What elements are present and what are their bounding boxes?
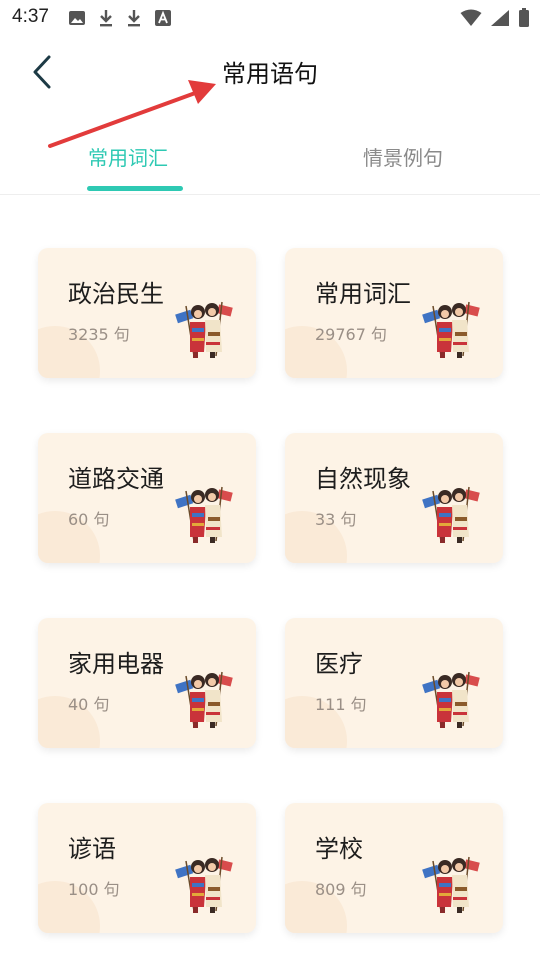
category-count: 100 句 — [68, 880, 120, 899]
category-title: 医疗 — [315, 650, 363, 678]
tibetan-figures-icon — [175, 856, 233, 913]
signal-icon — [491, 10, 509, 26]
image-icon — [69, 11, 85, 25]
system-icons — [460, 8, 530, 28]
tab-indicator — [87, 186, 183, 191]
download-icon — [100, 10, 112, 27]
category-count: 33 句 — [315, 510, 357, 529]
tibetan-figures-icon — [175, 671, 233, 728]
category-count: 60 句 — [68, 510, 110, 529]
category-count: 29767 句 — [315, 325, 387, 344]
category-count: 809 句 — [315, 880, 367, 899]
tibetan-figures-icon — [175, 301, 233, 358]
status-bar: 4:37 — [0, 0, 540, 36]
header: 常用语句 — [0, 36, 540, 108]
tibetan-figures-icon — [422, 301, 480, 358]
tab-situational-sentences[interactable]: 情景例句 — [363, 142, 443, 171]
text-icon — [155, 10, 171, 26]
tibetan-figures-icon — [422, 856, 480, 913]
category-title: 道路交通 — [68, 465, 164, 493]
category-title: 政治民生 — [68, 280, 164, 308]
category-card[interactable]: 道路交通 60 句 — [38, 433, 256, 563]
page-title: 常用语句 — [222, 60, 318, 88]
category-count: 3235 句 — [68, 325, 130, 344]
wifi-icon — [460, 9, 482, 26]
category-card[interactable]: 常用词汇 29767 句 — [285, 248, 503, 378]
status-time: 4:37 — [12, 6, 49, 27]
category-card[interactable]: 谚语 100 句 — [38, 803, 256, 933]
tibetan-figures-icon — [422, 486, 480, 543]
category-count: 111 句 — [315, 695, 367, 714]
category-title: 谚语 — [68, 835, 116, 863]
category-card[interactable]: 医疗 111 句 — [285, 618, 503, 748]
category-card[interactable]: 学校 809 句 — [285, 803, 503, 933]
category-title: 家用电器 — [68, 650, 164, 678]
category-card[interactable]: 政治民生 3235 句 — [38, 248, 256, 378]
category-title: 学校 — [315, 835, 363, 863]
category-title: 自然现象 — [315, 465, 411, 493]
category-count: 40 句 — [68, 695, 110, 714]
tibetan-figures-icon — [422, 671, 480, 728]
tibetan-figures-icon — [175, 486, 233, 543]
download-icon — [128, 10, 140, 27]
tab-common-vocabulary[interactable]: 常用词汇 — [88, 142, 168, 171]
tab-bar: 常用词汇 情景例句 — [0, 120, 540, 195]
category-title: 常用词汇 — [315, 280, 411, 308]
category-card[interactable]: 家用电器 40 句 — [38, 618, 256, 748]
notification-icons — [68, 8, 172, 28]
battery-icon — [519, 8, 529, 27]
category-card[interactable]: 自然现象 33 句 — [285, 433, 503, 563]
